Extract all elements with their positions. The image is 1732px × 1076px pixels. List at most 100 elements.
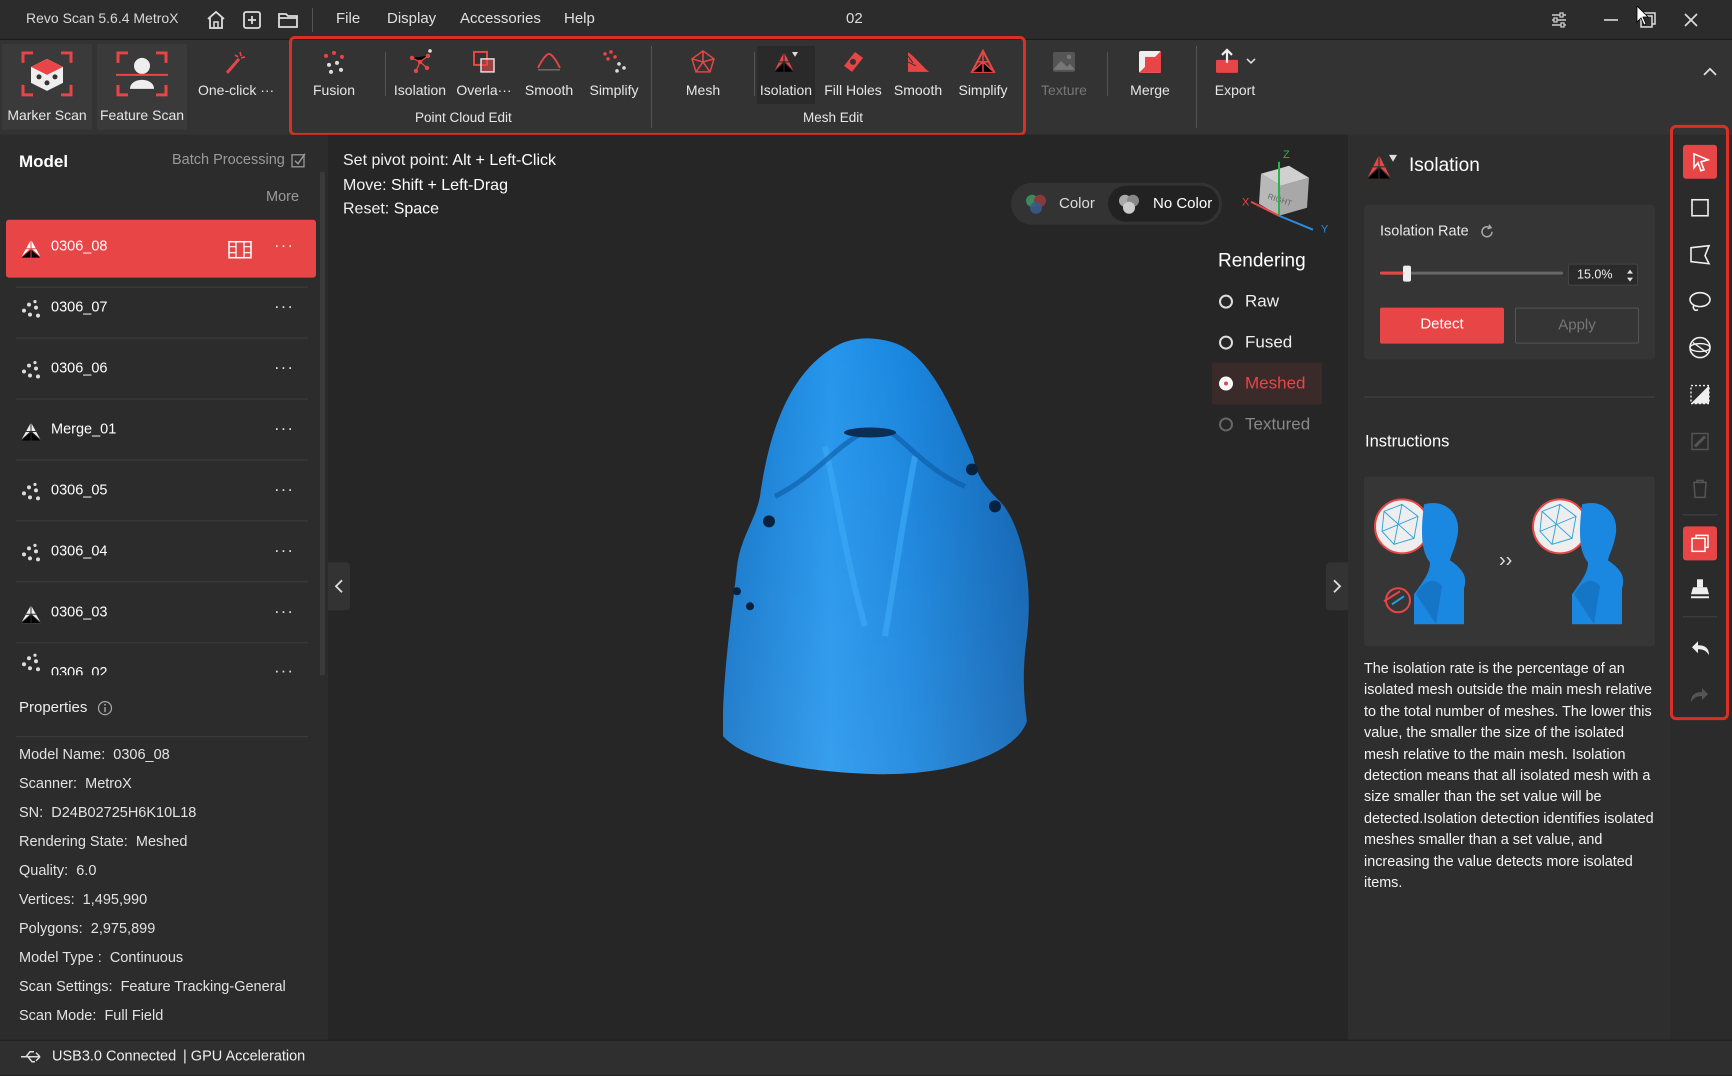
list-divider: [16, 642, 308, 644]
title-divider: [312, 7, 313, 32]
restore-icon[interactable]: [1634, 5, 1662, 34]
project-name: 02: [846, 9, 863, 27]
more-options-icon[interactable]: ···: [274, 236, 294, 256]
radio-raw[interactable]: [1219, 294, 1233, 309]
merge-label: Merge: [1130, 81, 1170, 98]
model-name: 0306_07: [51, 299, 108, 316]
detect-button[interactable]: Detect: [1380, 307, 1504, 344]
model-name: 0306_05: [51, 482, 108, 499]
radio-meshed-selected[interactable]: [1219, 376, 1233, 391]
menu-file[interactable]: File: [336, 10, 360, 27]
point-cloud-icon: [22, 482, 40, 501]
apply-button[interactable]: Apply: [1515, 307, 1639, 344]
more-options-icon[interactable]: ···: [274, 601, 294, 621]
more-options-icon[interactable]: ···: [274, 358, 294, 378]
properties-title: Properties: [19, 699, 88, 717]
model-item-0306-06[interactable]: 0306_06 ···: [6, 342, 316, 400]
title-bar: Revo Scan 5.6.4 MetroX File Display Acce…: [0, 0, 1732, 40]
selection-toolbar-highlight-box: [1670, 124, 1729, 721]
more-link[interactable]: More: [266, 189, 299, 205]
close-icon[interactable]: [1677, 6, 1705, 34]
no-color-label[interactable]: No Color: [1153, 195, 1212, 212]
collapse-left-panel-button[interactable]: [328, 562, 350, 611]
settings-sliders-icon[interactable]: [1545, 6, 1573, 34]
open-folder-icon[interactable]: [276, 8, 300, 32]
scanned-3d-model[interactable]: [715, 337, 1035, 781]
prop-polygons: Polygons: 2,975,899: [19, 920, 156, 937]
more-options-icon[interactable]: ···: [274, 297, 294, 317]
merge-button[interactable]: Merge: [1119, 46, 1181, 106]
isolation-rate-value: 15.0%: [1577, 267, 1613, 282]
color-label[interactable]: Color: [1059, 195, 1095, 212]
model-item-0306-07[interactable]: 0306_07 ···: [6, 281, 316, 339]
section-divider: [1364, 396, 1655, 398]
isolation-illustration: ››: [1374, 498, 1624, 625]
prop-rendering-state: Rendering State: Meshed: [19, 833, 188, 850]
usb-icon: [21, 1050, 41, 1063]
texture-button[interactable]: Texture: [1033, 46, 1095, 106]
more-options-icon[interactable]: ···: [274, 540, 294, 560]
model-item-merge-01[interactable]: Merge_01 ···: [6, 403, 316, 461]
radio-fused[interactable]: [1219, 335, 1233, 350]
chevron-down-icon[interactable]: [1245, 56, 1257, 66]
export-button[interactable]: Export: [1203, 46, 1267, 106]
menu-accessories[interactable]: Accessories: [460, 10, 541, 27]
model-item-0306-03[interactable]: 0306_03 ···: [6, 585, 316, 643]
new-project-icon[interactable]: [240, 8, 264, 32]
ribbon-highlight-box: [289, 35, 1026, 136]
instructions-text: The isolation rate is the percentage of …: [1364, 661, 1654, 891]
point-cloud-icon: [22, 543, 40, 562]
info-icon[interactable]: [97, 700, 113, 716]
list-divider: [16, 398, 308, 400]
rendering-meshed[interactable]: Meshed: [1245, 374, 1305, 394]
feature-scan-button[interactable]: Feature Scan: [97, 43, 187, 130]
bust-after: [1532, 498, 1624, 625]
isolation-rate-spinbox[interactable]: 15.0%: [1568, 263, 1638, 286]
rendering-textured[interactable]: Textured: [1245, 415, 1310, 435]
isolation-title: Isolation: [1409, 154, 1480, 176]
prop-model-name: Model Name: 0306_08: [19, 747, 170, 764]
film-icon[interactable]: [228, 240, 252, 259]
model-name: 0306_03: [51, 604, 108, 621]
model-list-scrollbar[interactable]: [320, 171, 325, 682]
rendering-title: Rendering: [1218, 250, 1306, 272]
hint-reset: Reset: Space: [343, 200, 440, 218]
gpu-status: | GPU Acceleration: [183, 1048, 306, 1065]
more-options-icon[interactable]: ···: [274, 479, 294, 499]
menu-help[interactable]: Help: [564, 10, 595, 27]
model-item-0306-08[interactable]: 0306_08 ···: [6, 219, 316, 278]
collapse-ribbon-icon[interactable]: [1700, 62, 1720, 82]
reset-refresh-icon[interactable]: [1479, 224, 1495, 240]
rendering-fused[interactable]: Fused: [1245, 333, 1292, 353]
prop-sn: SN: D24B02725H6K10L18: [19, 805, 197, 822]
rendering-raw[interactable]: Raw: [1245, 292, 1279, 312]
home-icon[interactable]: [204, 8, 228, 32]
mesh-model-icon: [20, 239, 42, 259]
model-item-0306-04[interactable]: 0306_04 ···: [6, 524, 316, 582]
one-click-button[interactable]: One-click ···: [193, 44, 275, 130]
ribbon-divider: [1196, 45, 1197, 128]
spinner-arrows-icon[interactable]: [1625, 268, 1635, 284]
slider-thumb[interactable]: [1403, 265, 1412, 282]
batch-processing-icon[interactable]: [291, 152, 307, 168]
axis-x-label: X: [1242, 197, 1250, 209]
radio-textured[interactable]: [1219, 417, 1233, 432]
axis-y-label: Y: [1321, 224, 1329, 236]
feature-scan-icon: [116, 51, 168, 97]
collapse-right-panel-button[interactable]: [1326, 562, 1348, 611]
more-options-icon[interactable]: ···: [274, 418, 294, 438]
marker-scan-button[interactable]: Marker Scan: [2, 43, 92, 130]
menu-display[interactable]: Display: [387, 10, 436, 27]
usb-status: USB3.0 Connected: [52, 1048, 177, 1065]
batch-processing-link[interactable]: Batch Processing: [172, 152, 285, 168]
view-cube[interactable]: RIGHT Z Y X: [1237, 142, 1333, 238]
isolation-rate-label: Isolation Rate: [1380, 223, 1469, 240]
export-label: Export: [1214, 81, 1256, 98]
prop-scan-mode: Scan Mode: Full Field: [19, 1007, 164, 1024]
minimize-icon[interactable]: [1597, 6, 1625, 34]
bust-before: [1374, 498, 1466, 625]
model-item-0306-02[interactable]: 0306_02 ···: [6, 645, 316, 681]
marker-scan-icon: [21, 51, 73, 97]
model-title: Model: [19, 151, 69, 171]
model-item-0306-05[interactable]: 0306_05 ···: [6, 463, 316, 521]
